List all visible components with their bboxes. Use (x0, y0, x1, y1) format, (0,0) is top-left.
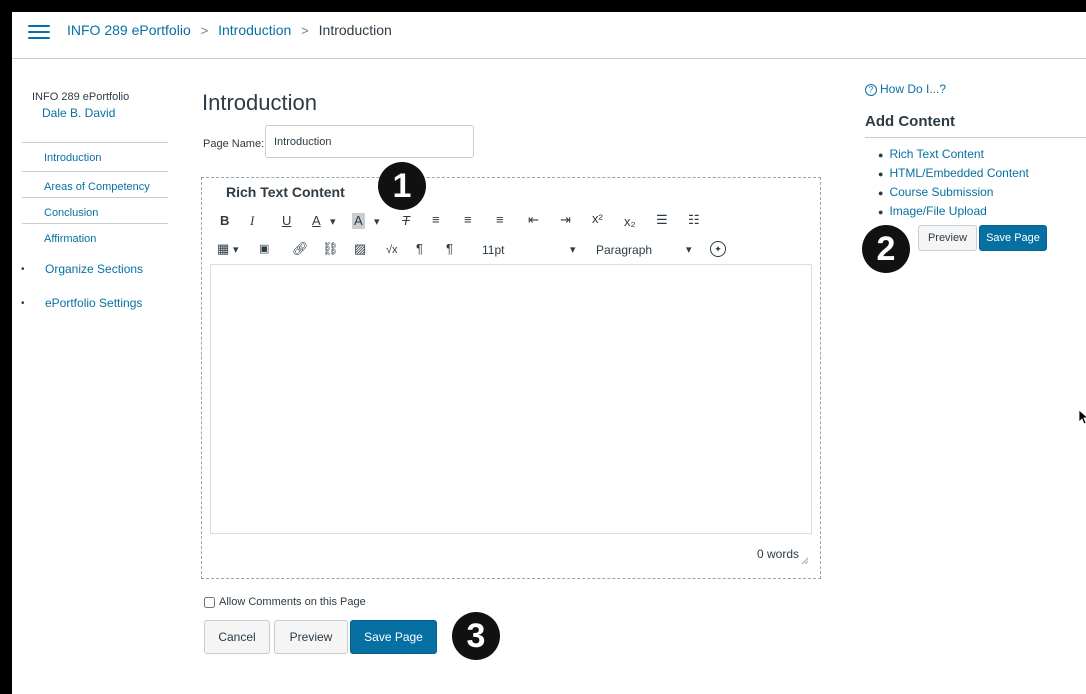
divider (865, 137, 1086, 138)
underline-icon[interactable]: U (282, 213, 291, 229)
chevron-right-icon: > (301, 23, 309, 38)
how-do-i-label: How Do I...? (880, 82, 947, 96)
superscript-icon[interactable]: x² (592, 211, 603, 227)
chevron-right-icon: > (200, 23, 209, 38)
callout-badge-2: 2 (862, 225, 910, 273)
breadcrumb-section[interactable]: Introduction (218, 22, 291, 38)
add-content-item: ● Rich Text Content (878, 147, 984, 161)
indent-icon[interactable]: ⇥ (560, 212, 571, 228)
add-rich-text-link[interactable]: Rich Text Content (889, 147, 984, 161)
media-icon[interactable]: ▣ (259, 241, 269, 257)
bold-icon[interactable]: B (220, 213, 229, 229)
unlink-icon[interactable]: ⛓︎ (322, 241, 339, 257)
rich-text-section: Rich Text Content B I U A ▾ A ▾ T ≡ ≡ ≡ … (201, 177, 821, 579)
bulleted-list-icon[interactable]: ☰ (656, 212, 668, 228)
add-content-heading: Add Content (865, 113, 955, 130)
allow-comments-label: Allow Comments on this Page (219, 596, 366, 608)
block-format-dropdown[interactable]: Paragraph (596, 242, 652, 258)
add-image-file-link[interactable]: Image/File Upload (889, 204, 986, 218)
numbered-list-icon[interactable]: ☷ (688, 212, 700, 228)
how-do-i-link[interactable]: ? How Do I...? (865, 82, 946, 96)
font-size-dropdown[interactable]: 11pt (482, 242, 504, 258)
eportfolio-settings-link[interactable]: ePortfolio Settings (45, 296, 142, 310)
caret-down-icon[interactable]: ▾ (233, 242, 239, 258)
sidebar-preview-button[interactable]: Preview (918, 225, 977, 251)
image-icon[interactable]: ▨ (354, 241, 366, 257)
allow-comments-option[interactable]: Allow Comments on this Page (204, 596, 366, 608)
page-name-label: Page Name: (203, 138, 265, 150)
math-equation-icon[interactable]: √x (386, 242, 398, 258)
subscript-icon[interactable]: x₂ (624, 214, 636, 230)
rich-text-section-title: Rich Text Content (226, 184, 345, 200)
preview-button[interactable]: Preview (274, 620, 348, 654)
accessibility-checker-icon[interactable]: ✦ (710, 241, 726, 257)
add-content-item: ● Course Submission (878, 185, 994, 199)
mouse-cursor-icon (1078, 409, 1086, 425)
word-count: 0 words (757, 547, 800, 561)
caret-down-icon[interactable]: ▾ (686, 242, 692, 258)
add-content-item: ● Image/File Upload (878, 204, 987, 218)
allow-comments-checkbox[interactable] (204, 596, 215, 608)
caret-down-icon[interactable]: ▾ (570, 242, 576, 258)
sidebar-item-areas-of-competency[interactable]: Areas of Competency (22, 171, 168, 199)
callout-badge-1: 1 (378, 162, 426, 210)
cancel-button[interactable]: Cancel (204, 620, 270, 654)
nav-course-title: INFO 289 ePortfolio (32, 91, 130, 103)
resize-handle-icon[interactable] (800, 556, 808, 564)
nav-user-link[interactable]: Dale B. David (42, 106, 115, 120)
add-course-submission-link[interactable]: Course Submission (889, 185, 993, 199)
breadcrumb: INFO 289 ePortfolio > Introduction > Int… (67, 21, 392, 40)
sidebar-item-affirmation[interactable]: Affirmation (22, 223, 168, 251)
highlight-color-icon[interactable]: A (352, 213, 365, 229)
align-right-icon[interactable]: ≡ (496, 212, 504, 228)
sidebar-item-conclusion[interactable]: Conclusion (22, 197, 168, 225)
organize-sections-link[interactable]: Organize Sections (45, 262, 143, 276)
app-window: INFO 289 ePortfolio > Introduction > Int… (12, 12, 1086, 694)
sidebar-save-page-button[interactable]: Save Page (979, 225, 1047, 251)
caret-down-icon[interactable]: ▾ (330, 214, 336, 230)
page-title: Introduction (202, 90, 317, 115)
link-icon[interactable]: 🔗︎ (292, 241, 309, 257)
hamburger-menu-icon[interactable] (28, 25, 50, 41)
breadcrumb-current: Introduction (318, 22, 392, 38)
sidebar-item-introduction[interactable]: Introduction (22, 142, 168, 170)
rtl-paragraph-icon[interactable]: ¶ (446, 241, 453, 257)
breadcrumb-course[interactable]: INFO 289 ePortfolio (67, 22, 191, 38)
page-name-field[interactable] (265, 125, 474, 158)
italic-icon[interactable]: I (250, 213, 254, 229)
rich-text-editor-area[interactable] (210, 264, 812, 534)
save-page-button[interactable]: Save Page (350, 620, 437, 654)
align-left-icon[interactable]: ≡ (432, 212, 440, 228)
bullet-icon: • (21, 298, 25, 309)
caret-down-icon[interactable]: ▾ (374, 214, 380, 230)
header-bar: INFO 289 ePortfolio > Introduction > Int… (12, 12, 1086, 59)
add-content-item: ● HTML/Embedded Content (878, 166, 1029, 180)
text-color-icon[interactable]: A (312, 213, 321, 229)
bullet-icon: • (21, 264, 25, 275)
help-icon: ? (865, 84, 877, 96)
add-html-embedded-link[interactable]: HTML/Embedded Content (889, 166, 1028, 180)
callout-badge-3: 3 (452, 612, 500, 660)
align-center-icon[interactable]: ≡ (464, 212, 472, 228)
outdent-icon[interactable]: ⇤ (528, 212, 539, 228)
ltr-paragraph-icon[interactable]: ¶ (416, 241, 423, 257)
table-icon[interactable]: ▦ (217, 241, 229, 257)
clear-formatting-icon[interactable]: T (402, 213, 410, 229)
